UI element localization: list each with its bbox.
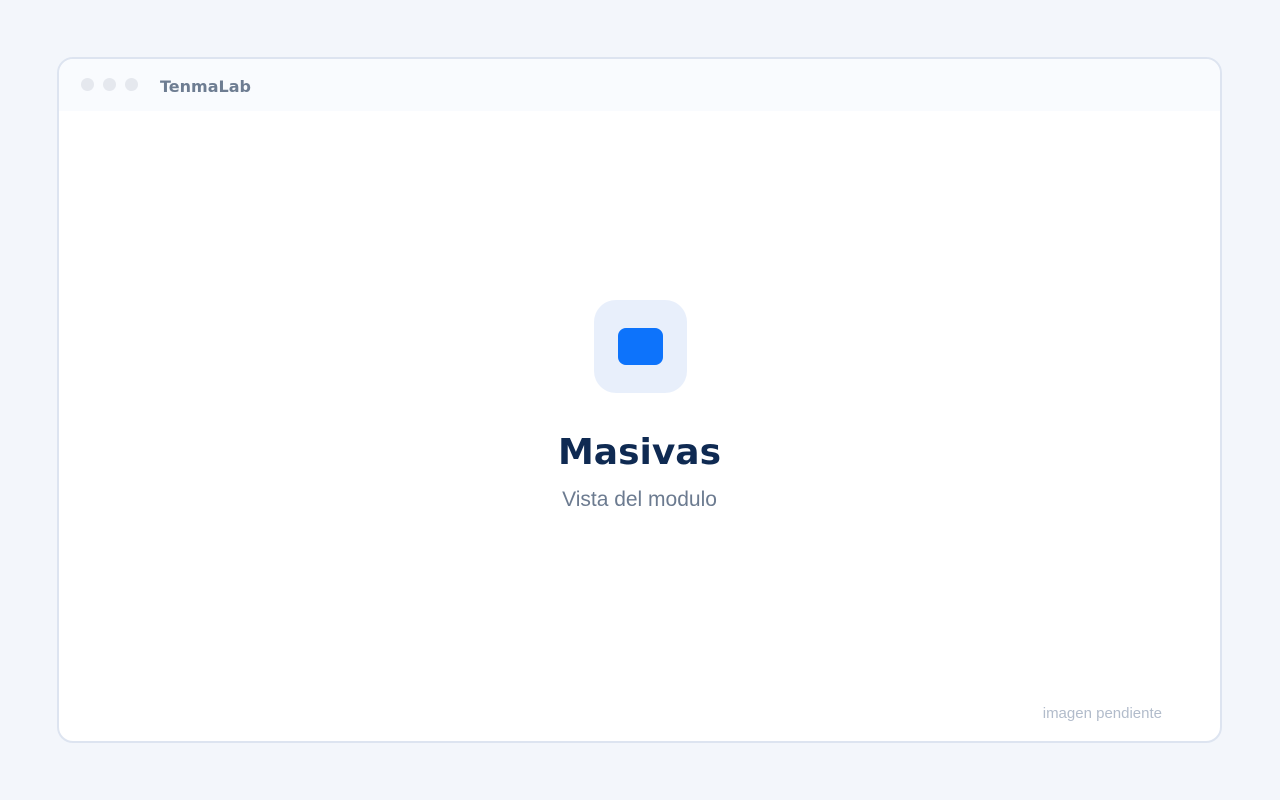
window-close-button[interactable] (81, 78, 94, 91)
module-title: Masivas (557, 432, 722, 473)
module-icon-container (594, 300, 687, 393)
window-titlebar: TenmaLab (59, 59, 1220, 111)
image-pending-note: imagen pendiente (1042, 705, 1162, 722)
window-maximize-button[interactable] (125, 78, 138, 91)
module-subtitle: Vista del modulo (562, 488, 717, 511)
window-minimize-button[interactable] (103, 78, 116, 91)
module-icon (618, 328, 663, 365)
app-window: TenmaLab Masivas Vista del modulo imagen… (57, 57, 1222, 743)
app-title: TenmaLab (160, 77, 251, 96)
